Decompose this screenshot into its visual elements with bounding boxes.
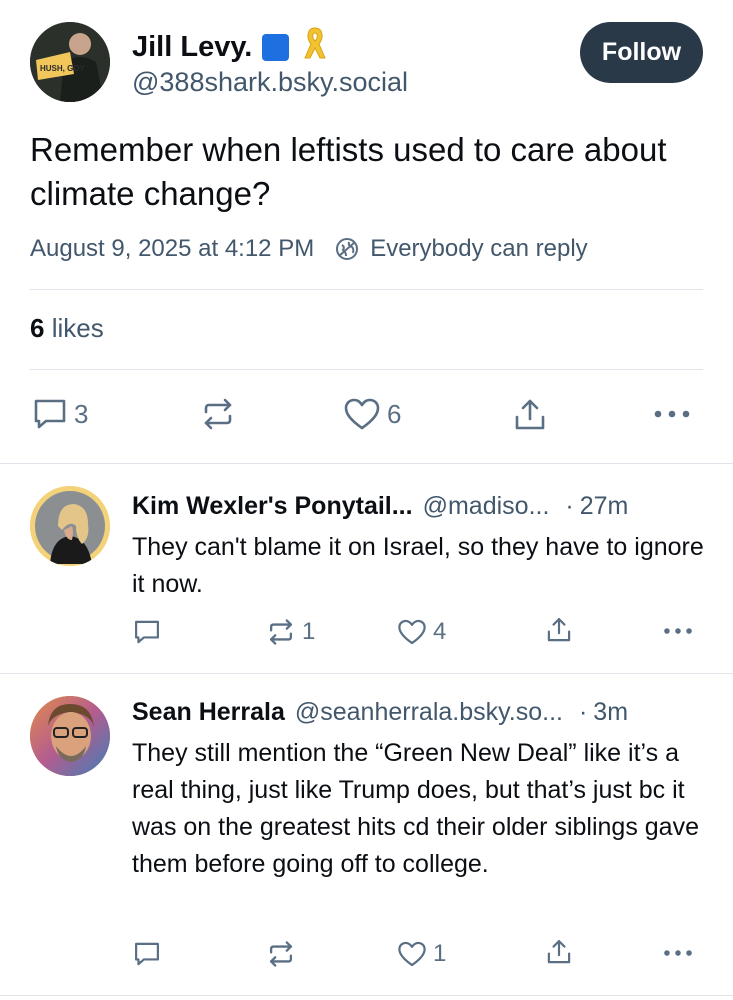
post-text: Remember when leftists used to care abou… (30, 131, 667, 212)
share-button[interactable] (545, 938, 573, 966)
share-button[interactable] (512, 397, 548, 433)
reply-button[interactable]: 3 (32, 397, 88, 431)
like-count: 6 (387, 398, 402, 429)
reply-text: They can't blame it on Israel, so they h… (132, 533, 704, 598)
reply-author-handle[interactable]: @seanherrala.bsky.so... (295, 698, 563, 727)
ellipsis-icon (654, 410, 690, 418)
divider (30, 289, 703, 290)
reply-time[interactable]: 3m (593, 698, 628, 727)
more-options-button[interactable] (663, 949, 693, 957)
post-meta: August 9, 2025 at 4:12 PM Everybody can … (30, 235, 588, 263)
author-name-text: Jill Levy. (132, 30, 253, 63)
speech-bubble-icon (135, 620, 159, 644)
globe-slash-icon (334, 236, 360, 262)
more-options-button[interactable] (653, 409, 691, 419)
repost-arrows-icon (204, 398, 232, 430)
main-post: HUSH, GOY Jill Levy. @388shark.bsky.soci… (0, 0, 733, 463)
reply-button[interactable] (133, 618, 167, 646)
follow-button[interactable]: Follow (580, 22, 703, 83)
reply-avatar[interactable] (30, 486, 110, 566)
share-upload-icon (515, 399, 545, 430)
more-options-button[interactable] (663, 627, 693, 635)
reply-text: They still mention the “Green New Deal” … (132, 739, 699, 878)
speech-bubble-icon (135, 942, 159, 966)
reply-avatar-image (30, 696, 110, 776)
separator-dot: · (578, 698, 588, 726)
repost-arrows-icon (269, 941, 293, 967)
speech-bubble-icon (34, 399, 66, 429)
reply-author-name[interactable]: Kim Wexler's Ponytail... (132, 492, 413, 521)
blue-square-emoji (262, 33, 290, 61)
avatar-caption: HUSH, GOY (40, 64, 86, 73)
author-avatar[interactable]: HUSH, GOY (30, 22, 110, 102)
reply-post[interactable]: Kim Wexler's Ponytail... @madiso... · 27… (0, 464, 733, 672)
ellipsis-icon (664, 628, 692, 634)
reply-avatar[interactable] (30, 696, 110, 776)
reply-author-handle[interactable]: @madiso... (423, 492, 550, 521)
repost-button[interactable] (200, 397, 242, 431)
share-button[interactable] (545, 616, 573, 644)
likes-count: 6 (30, 313, 45, 343)
reply-header: Sean Herrala @seanherrala.bsky.so... · 3… (132, 698, 628, 727)
like-button[interactable]: 4 (397, 618, 446, 646)
heart-outline-icon (398, 941, 426, 967)
yellow-ribbon-emoji (303, 26, 327, 68)
heart-outline-icon (398, 619, 426, 645)
repost-button[interactable] (266, 940, 302, 968)
divider (0, 995, 733, 996)
like-count: 1 (433, 940, 447, 967)
author-handle[interactable]: @388shark.bsky.social (132, 67, 408, 98)
repost-button[interactable]: 1 (266, 618, 315, 646)
reply-count: 3 (74, 398, 89, 429)
divider (30, 369, 703, 370)
heart-outline-icon (344, 398, 380, 430)
author-avatar-image: HUSH, GOY (30, 22, 110, 102)
post-timestamp[interactable]: August 9, 2025 at 4:12 PM (30, 235, 314, 263)
reply-post[interactable]: Sean Herrala @seanherrala.bsky.so... · 3… (0, 674, 733, 994)
likes-summary[interactable]: 6 likes (30, 313, 104, 344)
like-button[interactable]: 1 (397, 940, 446, 968)
share-upload-icon (547, 618, 571, 642)
repost-arrows-icon (269, 619, 293, 645)
reply-time[interactable]: 27m (580, 492, 629, 521)
reply-header: Kim Wexler's Ponytail... @madiso... · 27… (132, 492, 628, 521)
repost-count: 1 (302, 618, 316, 645)
reply-author-name[interactable]: Sean Herrala (132, 698, 285, 727)
like-button[interactable]: 6 (343, 397, 401, 431)
author-display-name[interactable]: Jill Levy. (132, 26, 327, 68)
reply-button[interactable] (133, 940, 167, 968)
like-count: 4 (433, 618, 447, 645)
ellipsis-icon (664, 950, 692, 956)
share-upload-icon (547, 940, 571, 964)
likes-label: likes (51, 313, 104, 343)
separator-dot: · (565, 492, 574, 520)
reply-avatar-image (30, 486, 110, 566)
reply-setting[interactable]: Everybody can reply (370, 235, 587, 263)
